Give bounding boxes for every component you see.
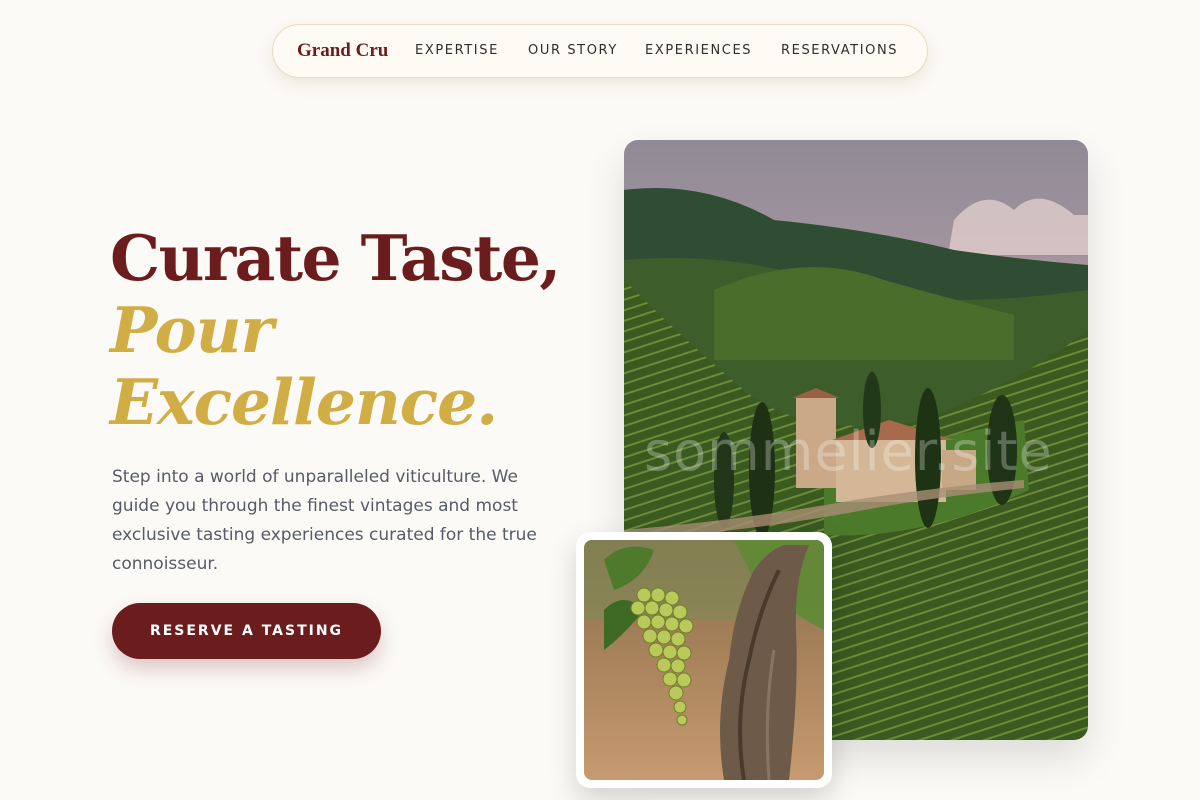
- headline-line-1: Curate Taste,: [110, 221, 561, 295]
- brand-logo[interactable]: Grand Cru: [297, 40, 388, 62]
- grape-vine-card: [576, 532, 832, 788]
- nav-link-experiences[interactable]: EXPERIENCES: [645, 43, 752, 58]
- grape-vine-image: [584, 540, 824, 780]
- top-nav: Grand Cru EXPERTISE OUR STORY EXPERIENCE…: [272, 24, 928, 78]
- headline-line-3: Excellence.: [110, 365, 498, 439]
- grape-vine-illustration: [584, 540, 824, 780]
- hero-description: Step into a world of unparalleled viticu…: [112, 467, 537, 574]
- image-watermark: sommelier.site: [644, 420, 1053, 483]
- nav-link-reservations[interactable]: RESERVATIONS: [781, 43, 898, 58]
- nav-link-expertise[interactable]: EXPERTISE: [415, 43, 499, 58]
- hero-headline: Curate Taste, Pour Excellence.: [110, 221, 561, 439]
- headline-line-2: Pour: [110, 293, 274, 367]
- nav-link-our-story[interactable]: OUR STORY: [528, 43, 618, 58]
- reserve-tasting-button[interactable]: RESERVE A TASTING: [112, 603, 381, 659]
